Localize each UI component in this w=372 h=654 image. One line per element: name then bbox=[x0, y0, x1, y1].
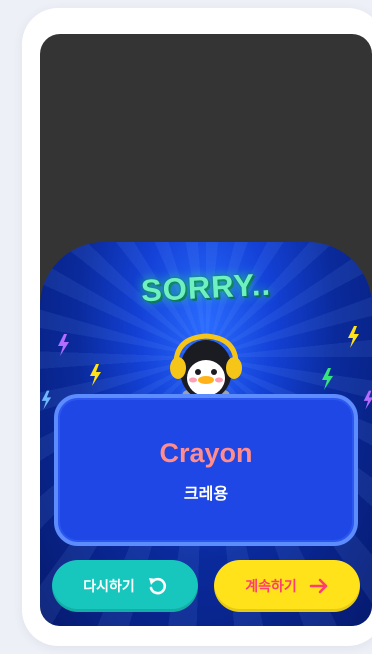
penguin-character bbox=[170, 333, 242, 404]
answer-box: Crayon 크레용 bbox=[54, 394, 358, 546]
lightning-bolt-icon bbox=[322, 368, 333, 390]
retry-button-label: 다시하기 bbox=[83, 579, 135, 595]
retry-button[interactable]: 다시하기 bbox=[52, 560, 198, 612]
answer-word-korean: 크레용 bbox=[183, 484, 229, 503]
arrow-right-icon bbox=[309, 578, 328, 594]
game-screen: SORRY.. Crayon 크레용 다시하기 계속하기 bbox=[40, 34, 372, 626]
continue-button-label: 계속하기 bbox=[245, 579, 297, 595]
lightning-bolt-icon bbox=[348, 326, 359, 348]
answer-word-english: Crayon bbox=[159, 438, 253, 468]
continue-button[interactable]: 계속하기 bbox=[214, 560, 360, 612]
lightning-bolt-icon bbox=[58, 334, 69, 356]
lightning-bolt-icon bbox=[363, 390, 372, 410]
result-panel: SORRY.. Crayon 크레용 다시하기 계속하기 bbox=[40, 242, 372, 626]
lightning-bolt-icon bbox=[90, 364, 101, 386]
rotate-left-icon bbox=[148, 577, 166, 595]
lightning-bolt-icon bbox=[41, 390, 52, 410]
